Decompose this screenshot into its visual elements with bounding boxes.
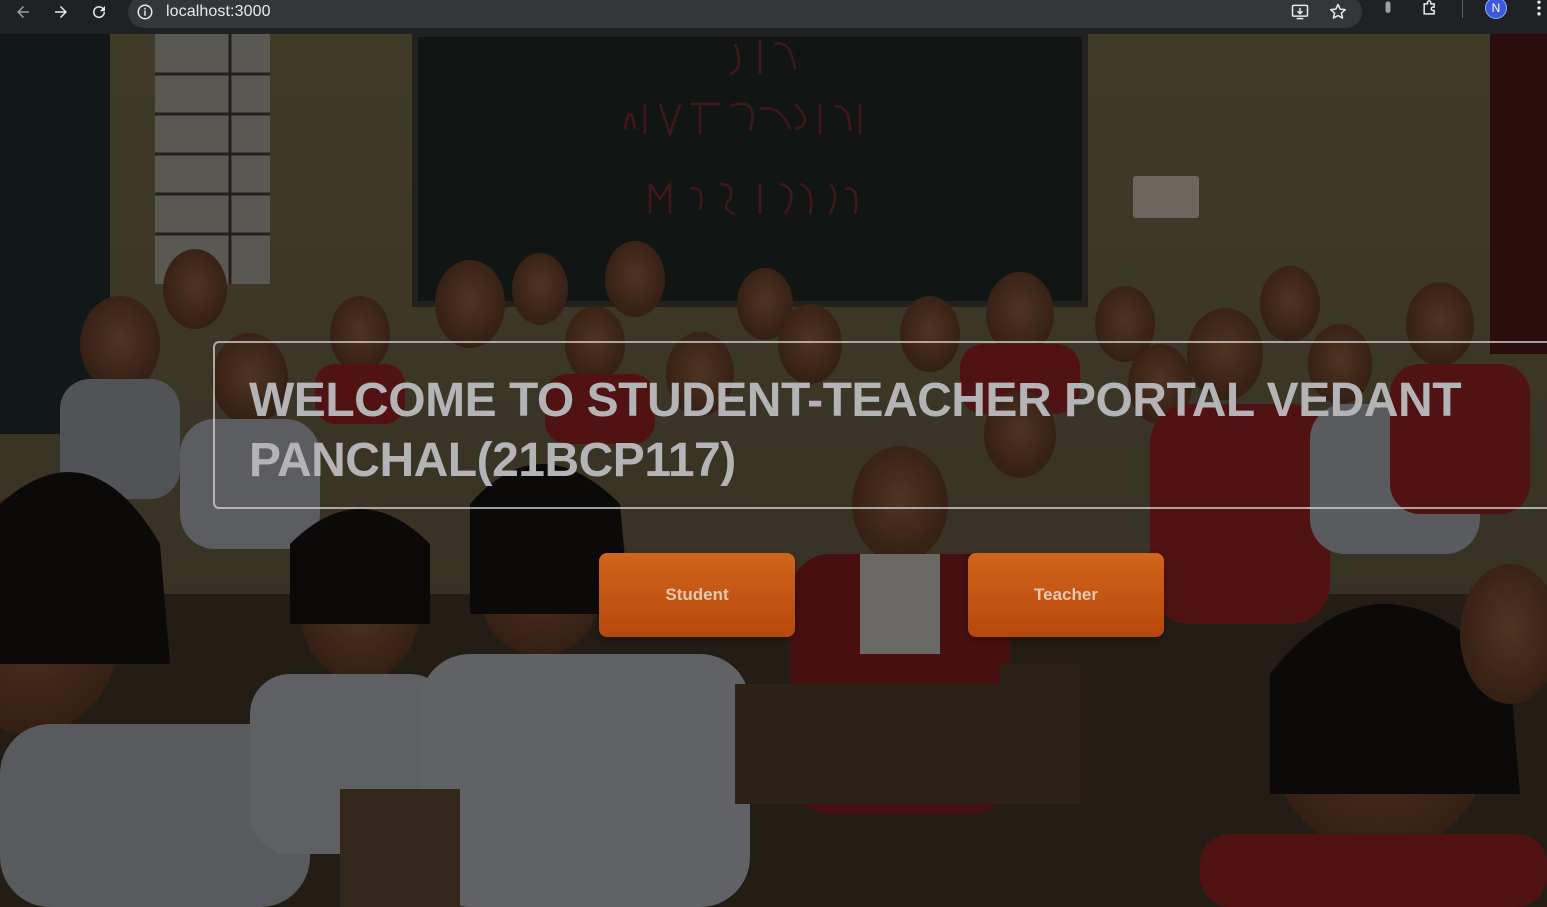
kebab-menu-icon[interactable] <box>1529 0 1547 18</box>
address-bar[interactable]: localhost:3000 <box>128 0 1362 28</box>
back-button[interactable] <box>8 0 38 27</box>
landing-page: WELCOME TO STUDENT-TEACHER PORTAL VEDANT… <box>0 34 1547 907</box>
page-title: WELCOME TO STUDENT-TEACHER PORTAL VEDANT… <box>249 374 1462 487</box>
info-icon <box>137 4 153 20</box>
star-icon[interactable] <box>1328 2 1348 22</box>
arrow-right-icon <box>55 6 67 18</box>
puzzle-icon[interactable] <box>1420 0 1440 18</box>
reload-icon <box>93 6 106 19</box>
student-button[interactable]: Student <box>599 553 795 637</box>
url-text[interactable]: localhost:3000 <box>166 3 271 21</box>
install-app-icon[interactable] <box>1290 2 1310 22</box>
arrow-left-icon <box>17 6 29 18</box>
site-info-button[interactable] <box>134 1 156 23</box>
profile-initial: N <box>1491 1 1501 15</box>
toolbar-divider <box>1462 0 1463 18</box>
teacher-button[interactable]: Teacher <box>968 553 1164 637</box>
forward-button[interactable] <box>46 0 76 27</box>
extension-pin-icon[interactable] <box>1378 0 1398 18</box>
browser-toolbar: localhost:3000 N <box>0 0 1547 34</box>
profile-avatar[interactable]: N <box>1485 0 1507 19</box>
reload-button[interactable] <box>84 0 114 27</box>
welcome-banner: WELCOME TO STUDENT-TEACHER PORTAL VEDANT… <box>213 341 1547 509</box>
